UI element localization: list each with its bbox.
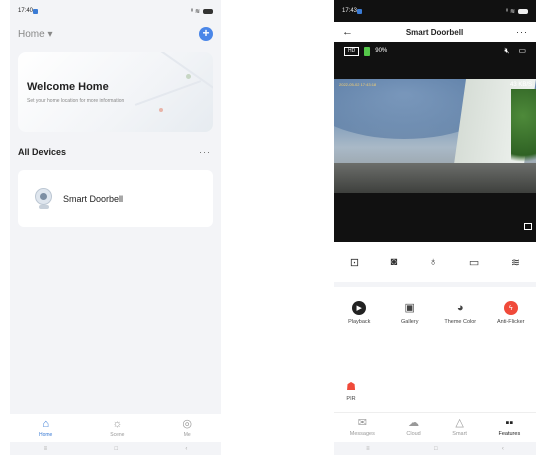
message-icon: ✉ [357, 417, 367, 429]
record-icon[interactable]: ▭ [469, 256, 479, 269]
add-device-icon[interactable]: + [199, 27, 213, 41]
doorbell-screen: 17:43 ᴵᴵ ≋ ← Smart Doorbell ··· HD 90% 🔇… [334, 0, 536, 455]
doorbell-camera-icon [35, 187, 53, 210]
camera-icon[interactable]: ◙ [391, 256, 398, 268]
battery-percent: 90% [375, 48, 388, 54]
feature-theme-color[interactable]: ◕ Theme Color [436, 301, 484, 326]
flash-icon: ϟ [503, 301, 518, 315]
sun-icon: ☼ [112, 417, 123, 430]
live-video-feed[interactable] [334, 79, 536, 193]
home-key[interactable]: □ [114, 446, 118, 452]
nav-me[interactable]: ◎ Me [182, 417, 193, 438]
back-arrow-icon[interactable]: ← [342, 26, 353, 38]
features-icon: ▪▪ [505, 417, 514, 429]
feature-playback[interactable]: ▶ Playback [335, 301, 383, 326]
title-bar: ← Smart Doorbell ··· [334, 22, 536, 42]
nav-features[interactable]: ▪▪ Features [498, 417, 520, 438]
app-notification-icon [357, 8, 363, 14]
quality-button[interactable]: HD [344, 46, 360, 56]
more-icon[interactable]: ··· [199, 147, 211, 157]
page-title: Smart Doorbell [405, 27, 464, 37]
fullscreen-icon[interactable] [524, 223, 532, 230]
video-panel: HD 90% 🔇︎ ▭ 2022-05-02 17:43:18 43 KB/S [334, 42, 536, 242]
nav-home[interactable]: ⌂ Home [39, 417, 52, 438]
smart-icon: △ [455, 417, 464, 429]
mute-icon[interactable]: 🔇︎ [504, 46, 509, 56]
feature-pir[interactable]: ☗ PIR [344, 379, 358, 403]
bottom-nav: ✉ Messages ☁ Cloud △ Smart ▪▪ Features [334, 412, 536, 442]
video-timestamp: 2022-05-02 17:43:18 [339, 82, 377, 87]
welcome-card[interactable]: Welcome Home Set your home location for … [18, 52, 213, 132]
home-selector[interactable]: Home ▾ [18, 29, 52, 40]
control-bar: ⊡ ◙ ♁ ▭ ≋ [334, 242, 536, 282]
profile-icon: ◎ [182, 417, 193, 430]
bitrate: 43 KB/S [509, 82, 532, 88]
pir-sensor-icon: ☗ [346, 380, 356, 393]
back-key[interactable]: ‹ [185, 446, 187, 452]
system-nav: ≡ □ ‹ [334, 442, 536, 455]
status-bar: 17:40 ᴵᴵ ≋ [10, 0, 221, 22]
app-notification-icon [33, 8, 39, 14]
status-time: 17:43 [342, 8, 358, 14]
home-icon: ⌂ [42, 417, 49, 430]
nav-cloud[interactable]: ☁ Cloud [406, 417, 420, 438]
nav-scene[interactable]: ☼ Scene [110, 417, 124, 438]
status-bar: 17:43 ᴵᴵ ≋ [334, 0, 536, 22]
signal-icon: ᴵᴵ ≋ [191, 8, 200, 15]
screen-icon[interactable]: ▭ [518, 46, 526, 56]
nav-smart[interactable]: △ Smart [452, 417, 467, 438]
home-screen: 17:40 ᴵᴵ ≋ Home ▾ + Welcome Home Set you… [10, 0, 221, 455]
play-icon: ▶ [352, 301, 367, 315]
feature-gallery[interactable]: ▣ Gallery [386, 301, 434, 326]
video-toolbar: HD 90% 🔇︎ ▭ [334, 42, 536, 60]
battery-level-icon [364, 46, 371, 56]
gallery-icon: ▣ [404, 301, 415, 314]
menu-key[interactable]: ≡ [366, 446, 370, 452]
device-name: Smart Doorbell [63, 193, 124, 204]
status-time: 17:40 [18, 8, 34, 14]
features-panel: ▶ Playback ▣ Gallery ◕ Theme Color ϟ Ant… [334, 287, 536, 421]
welcome-subtitle: Set your home location for more informat… [27, 98, 125, 104]
device-card[interactable]: Smart Doorbell [18, 170, 213, 227]
all-devices-header: All Devices ··· [10, 143, 221, 161]
back-key[interactable]: ‹ [502, 446, 504, 452]
signal-icon: ᴵᴵ ≋ [506, 8, 515, 15]
more-icon[interactable]: ··· [516, 27, 528, 37]
all-devices-title: All Devices [18, 147, 67, 157]
welcome-title: Welcome Home [27, 81, 109, 93]
home-header: Home ▾ + [10, 22, 221, 46]
menu-key[interactable]: ≡ [44, 446, 48, 452]
nav-messages[interactable]: ✉ Messages [350, 417, 375, 438]
microphone-icon[interactable]: ♁ [429, 256, 437, 268]
palette-icon: ◕ [456, 301, 464, 314]
bottom-nav: ⌂ Home ☼ Scene ◎ Me [10, 414, 221, 442]
battery-icon [518, 8, 528, 14]
system-nav: ≡ □ ‹ [10, 442, 221, 455]
feature-anti-flicker[interactable]: ϟ Anti-Flicker [487, 301, 535, 326]
expand-icon[interactable]: ≋ [511, 256, 520, 269]
screenshot-icon[interactable]: ⊡ [350, 256, 359, 269]
home-key[interactable]: □ [434, 446, 438, 452]
cloud-icon: ☁ [408, 417, 420, 429]
battery-icon [203, 8, 213, 14]
